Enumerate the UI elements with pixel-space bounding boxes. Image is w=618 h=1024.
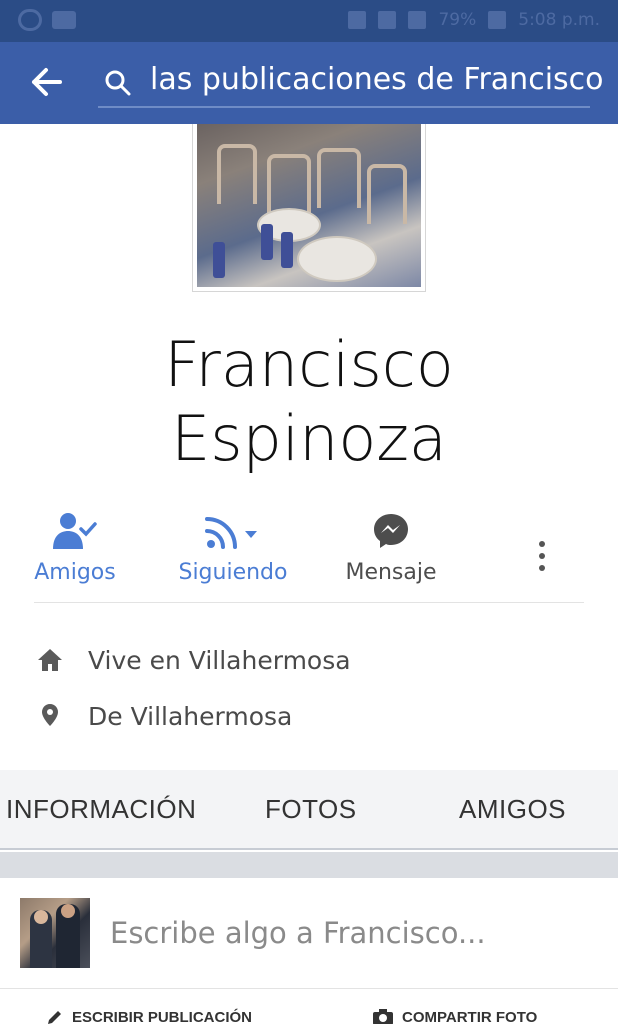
section-separator [0, 852, 618, 878]
message-label: Mensaje [345, 560, 437, 585]
home-icon [38, 649, 62, 671]
following-button[interactable]: Siguiendo [158, 506, 308, 585]
messenger-icon [374, 514, 408, 548]
profile-photo[interactable] [192, 124, 426, 292]
message-notification-icon [52, 11, 76, 29]
battery-icon [488, 11, 507, 29]
profile-name-first: Francisco [164, 328, 454, 401]
write-post-button[interactable]: ESCRIBIR PUBLICACIÓN [46, 1008, 252, 1024]
share-photo-button[interactable]: COMPARTIR FOTO [372, 1008, 537, 1024]
post-composer: Escribe algo a Francisco... ESCRIBIR PUB… [0, 878, 618, 1024]
vibrate-icon [348, 11, 367, 29]
status-bar: 79% 5:08 p.m. [0, 0, 618, 42]
rss-follow-icon [205, 517, 257, 549]
camera-icon [373, 1009, 393, 1024]
battery-percent: 79% [438, 10, 477, 30]
profile-photo-image [197, 124, 421, 287]
more-options-icon[interactable] [528, 536, 556, 576]
following-label: Siguiendo [178, 560, 288, 585]
signal-icon [408, 11, 427, 29]
back-arrow-icon[interactable] [26, 64, 66, 100]
actions-divider [34, 602, 584, 603]
location-pin-icon [42, 704, 58, 726]
friends-button[interactable]: Amigos [0, 506, 150, 585]
info-from-text: De Villahermosa [88, 701, 293, 731]
tab-photos[interactable]: FOTOS [265, 794, 357, 825]
composer-divider [0, 988, 618, 989]
search-input[interactable]: las publicaciones de Francisco [150, 62, 604, 97]
clock: 5:08 p.m. [518, 10, 600, 30]
info-from-row: De Villahermosa [34, 696, 594, 736]
share-photo-label: COMPARTIR FOTO [402, 1008, 538, 1024]
profile-actions: Amigos Siguiendo Mensaje [0, 506, 618, 602]
message-button[interactable]: Mensaje [316, 506, 466, 585]
write-post-label: ESCRIBIR PUBLICACIÓN [72, 1008, 253, 1024]
avatar[interactable] [20, 898, 90, 968]
composer-input[interactable]: Escribe algo a Francisco... [110, 916, 486, 950]
profile-tabs: INFORMACIÓN FOTOS AMIGOS [0, 770, 618, 850]
whatsapp-icon [18, 9, 42, 31]
friends-label: Amigos [34, 560, 116, 585]
wifi-icon [378, 11, 397, 29]
friend-check-icon [53, 513, 97, 549]
search-header: las publicaciones de Francisco [0, 42, 618, 124]
search-icon [105, 70, 131, 96]
tab-information[interactable]: INFORMACIÓN [6, 794, 196, 825]
tab-friends[interactable]: AMIGOS [459, 794, 566, 825]
info-lives-row: Vive en Villahermosa [34, 640, 594, 680]
search-underline [98, 106, 590, 108]
profile-name-last: Espinoza [171, 402, 447, 475]
pencil-icon [48, 1011, 61, 1024]
profile-name: Francisco Espinoza [0, 328, 618, 476]
info-lives-text: Vive en Villahermosa [88, 645, 351, 675]
